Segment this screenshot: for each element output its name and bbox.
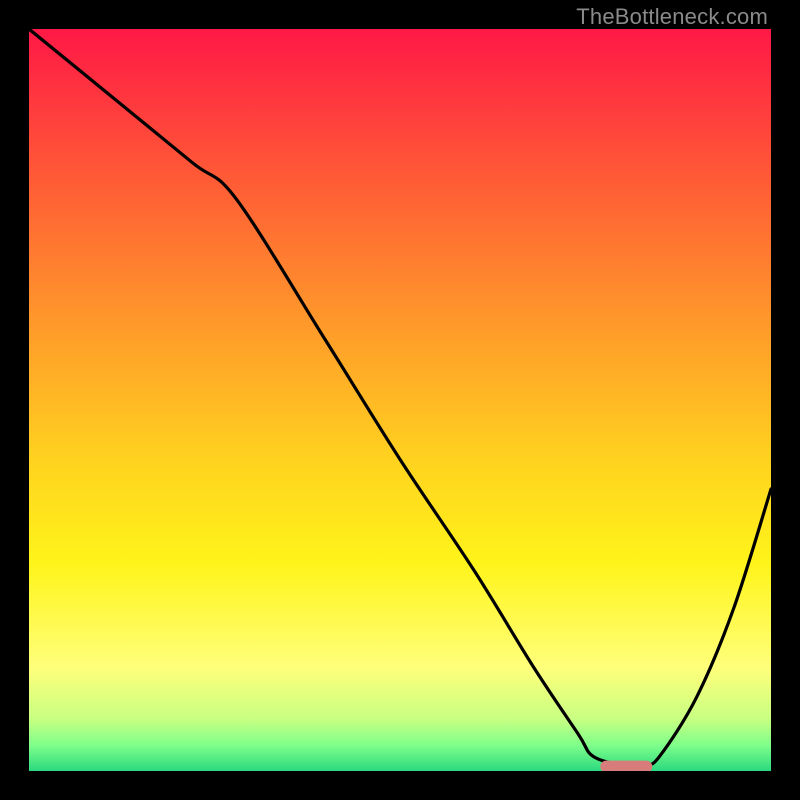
gradient-background	[29, 29, 771, 771]
chart-frame	[29, 29, 771, 771]
watermark-text: TheBottleneck.com	[576, 4, 768, 30]
optimal-zone-marker	[600, 761, 652, 771]
bottleneck-chart	[29, 29, 771, 771]
